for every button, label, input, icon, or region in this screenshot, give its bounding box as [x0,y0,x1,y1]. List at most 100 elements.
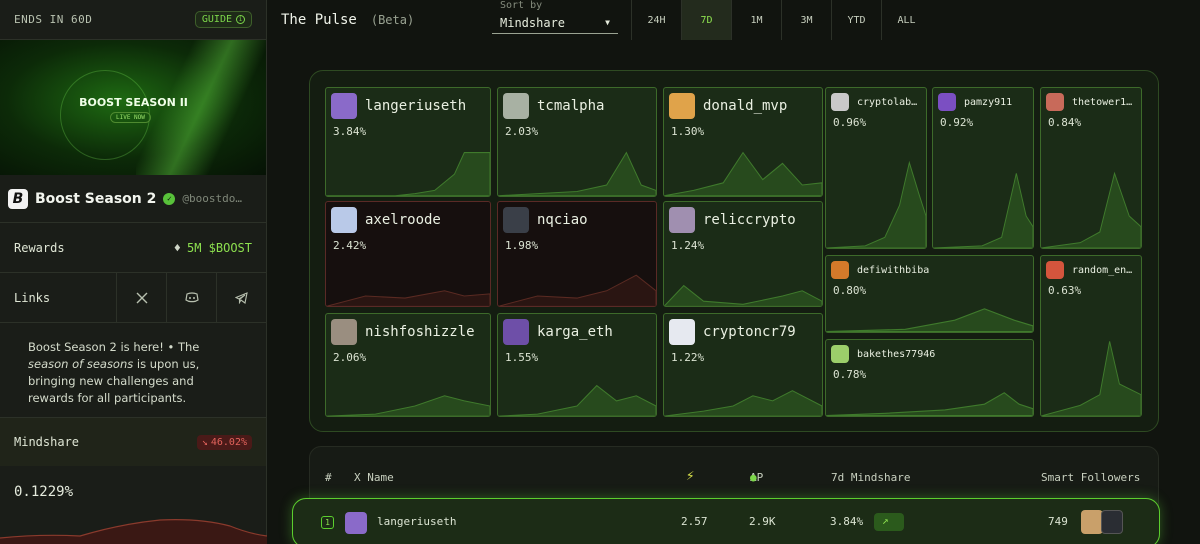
sort-control: Sort by Mindshare ▼ [492,0,618,34]
sidebar-top-strip: ENDS IN 60D GUIDE i [0,0,266,40]
treemap-cell-header: langeriuseth [331,93,466,119]
avatar [938,93,956,111]
treemap-cell[interactable]: tcmalpha 2.03% [497,87,657,197]
treemap-cell-header: defiwithbiba [831,261,929,279]
treemap-cell-percent: 1.30% [671,125,705,138]
treemap-cell[interactable]: axelroode 2.42% [325,201,491,307]
sort-value: Mindshare [500,15,566,30]
treemap-cell-header: tcmalpha [503,93,604,119]
row-rank: 1 [321,516,334,529]
page-title: The Pulse [281,12,357,28]
treemap-cell-header: bakethes77946 [831,345,935,363]
treemap-cell-percent: 0.84% [1048,116,1082,129]
mindshare-label: Mindshare [14,435,80,449]
avatar [1101,510,1123,534]
tab-1m[interactable]: 1M [731,0,781,40]
tab-24h[interactable]: 24H [631,0,681,40]
mindshare-change-badge: ↘ 46.02% [196,434,252,450]
project-description: Boost Season 2 is here! • The season of … [0,323,266,418]
treemap-cell[interactable]: bakethes77946 0.78% [825,339,1034,417]
avatar [669,319,695,345]
guide-button[interactable]: GUIDE i [194,11,252,28]
description-emphasis: season of seasons [28,357,134,371]
tab-ytd[interactable]: YTD [831,0,881,40]
tab-3m[interactable]: 3M [781,0,831,40]
treemap-cell[interactable]: defiwithbiba 0.80% [825,255,1034,333]
avatar [503,207,529,233]
mindshare-row: Mindshare ↘ 46.02% [0,418,266,466]
x-link-button[interactable] [116,273,166,322]
treemap-cell-name: pamzy911 [964,96,1013,108]
project-sidebar: ENDS IN 60D GUIDE i BOOST SEASON II LIVE… [0,0,267,544]
treemap-cell-percent: 2.42% [333,239,367,252]
rewards-row: Rewards ♦ 5M $BOOST [0,223,266,273]
header-name[interactable]: X Name [354,471,394,484]
treemap-cell-percent: 0.96% [833,116,867,129]
lightning-icon[interactable]: ⚡ [686,468,694,484]
project-handle[interactable]: @boostdo… [182,192,242,205]
treemap-cell[interactable]: langeriuseth 3.84% [325,87,491,197]
description-text-1: Boost Season 2 is here! • The [28,340,200,354]
treemap-cell-name: cryptoncr79 [703,324,796,340]
ends-in-label: ENDS IN 60D [14,13,93,26]
treemap-cell[interactable]: nishfoshizzle 2.06% [325,313,491,417]
header-mindshare[interactable]: 7d Mindshare [831,471,910,484]
avatar [503,93,529,119]
beta-label: (Beta) [370,13,415,27]
avatar [331,207,357,233]
treemap-sparkline [664,284,822,306]
row-name[interactable]: langeriuseth [377,515,456,528]
treemap-cell-name: cryptolab… [857,96,918,108]
treemap-cell[interactable]: nqciao 1.98% [497,201,657,307]
avatar [669,207,695,233]
avatar [831,261,849,279]
header-smart-followers[interactable]: Smart Followers [1041,471,1140,484]
treemap-cell-header: axelroode [331,207,441,233]
header-rank: # [325,471,332,484]
banner-live-badge: LIVE NOW [110,112,151,123]
treemap-cell-percent: 0.78% [833,368,867,381]
treemap-cell-name: donald_mvp [703,98,788,114]
treemap-cell[interactable]: cryptoncr79 1.22% [663,313,823,417]
avatar [503,319,529,345]
treemap-sparkline [826,160,926,248]
treemap-cell[interactable]: thetower1… 0.84% [1040,87,1142,249]
treemap-cell-percent: 3.84% [333,125,367,138]
banner-title: BOOST SEASON II [79,96,188,109]
check-badge-icon: ✓ [163,192,176,205]
table-row[interactable]: 1 langeriuseth 2.57 2.9K 3.84% ↗ 749 [292,498,1160,544]
treemap-cell-header: cryptolab… [831,93,917,111]
treemap-cell-header: nishfoshizzle [331,319,475,345]
telegram-link-button[interactable] [216,273,266,322]
tab-all[interactable]: ALL [881,0,931,40]
info-icon: i [236,15,245,24]
discord-link-button[interactable] [166,273,216,322]
x-icon [136,292,147,303]
treemap-cell[interactable]: reliccrypto 1.24% [663,201,823,307]
tab-7d[interactable]: 7D [681,0,731,40]
treemap-cell-percent: 2.06% [333,351,367,364]
treemap-cell-header: thetower1… [1046,93,1132,111]
treemap-cell-header: random_en… [1046,261,1132,279]
sort-select[interactable]: Mindshare ▼ [492,12,618,34]
mindshare-treemap: langeriuseth 3.84% tcmalpha 2.03% donald_mvp… [309,70,1159,432]
treemap-cell-percent: 0.63% [1048,284,1082,297]
treemap-sparkline [1041,171,1141,248]
treemap-cell[interactable]: karga_eth 1.55% [497,313,657,417]
treemap-cell[interactable]: random_en… 0.63% [1040,255,1142,417]
treemap-cell-percent: 0.92% [940,116,974,129]
trend-up-icon: ↗ [882,514,889,527]
treemap-cell-percent: 1.24% [671,239,705,252]
time-range-tabs: 24H 7D 1M 3M YTD ALL [631,0,931,40]
treemap-cell-percent: 1.22% [671,351,705,364]
treemap-cell-name: nishfoshizzle [365,324,475,340]
treemap-cell-name: tcmalpha [537,98,605,114]
telegram-icon [235,291,248,304]
treemap-cell-header: cryptoncr79 [669,319,796,345]
treemap-cell[interactable]: donald_mvp 1.30% [663,87,823,197]
treemap-cell[interactable]: cryptolab… 0.96% [825,87,927,249]
treemap-sparkline [1041,341,1141,416]
trend-up-badge: ↗ [874,513,904,531]
treemap-cell[interactable]: pamzy911 0.92% [932,87,1034,249]
discord-icon [184,292,199,303]
